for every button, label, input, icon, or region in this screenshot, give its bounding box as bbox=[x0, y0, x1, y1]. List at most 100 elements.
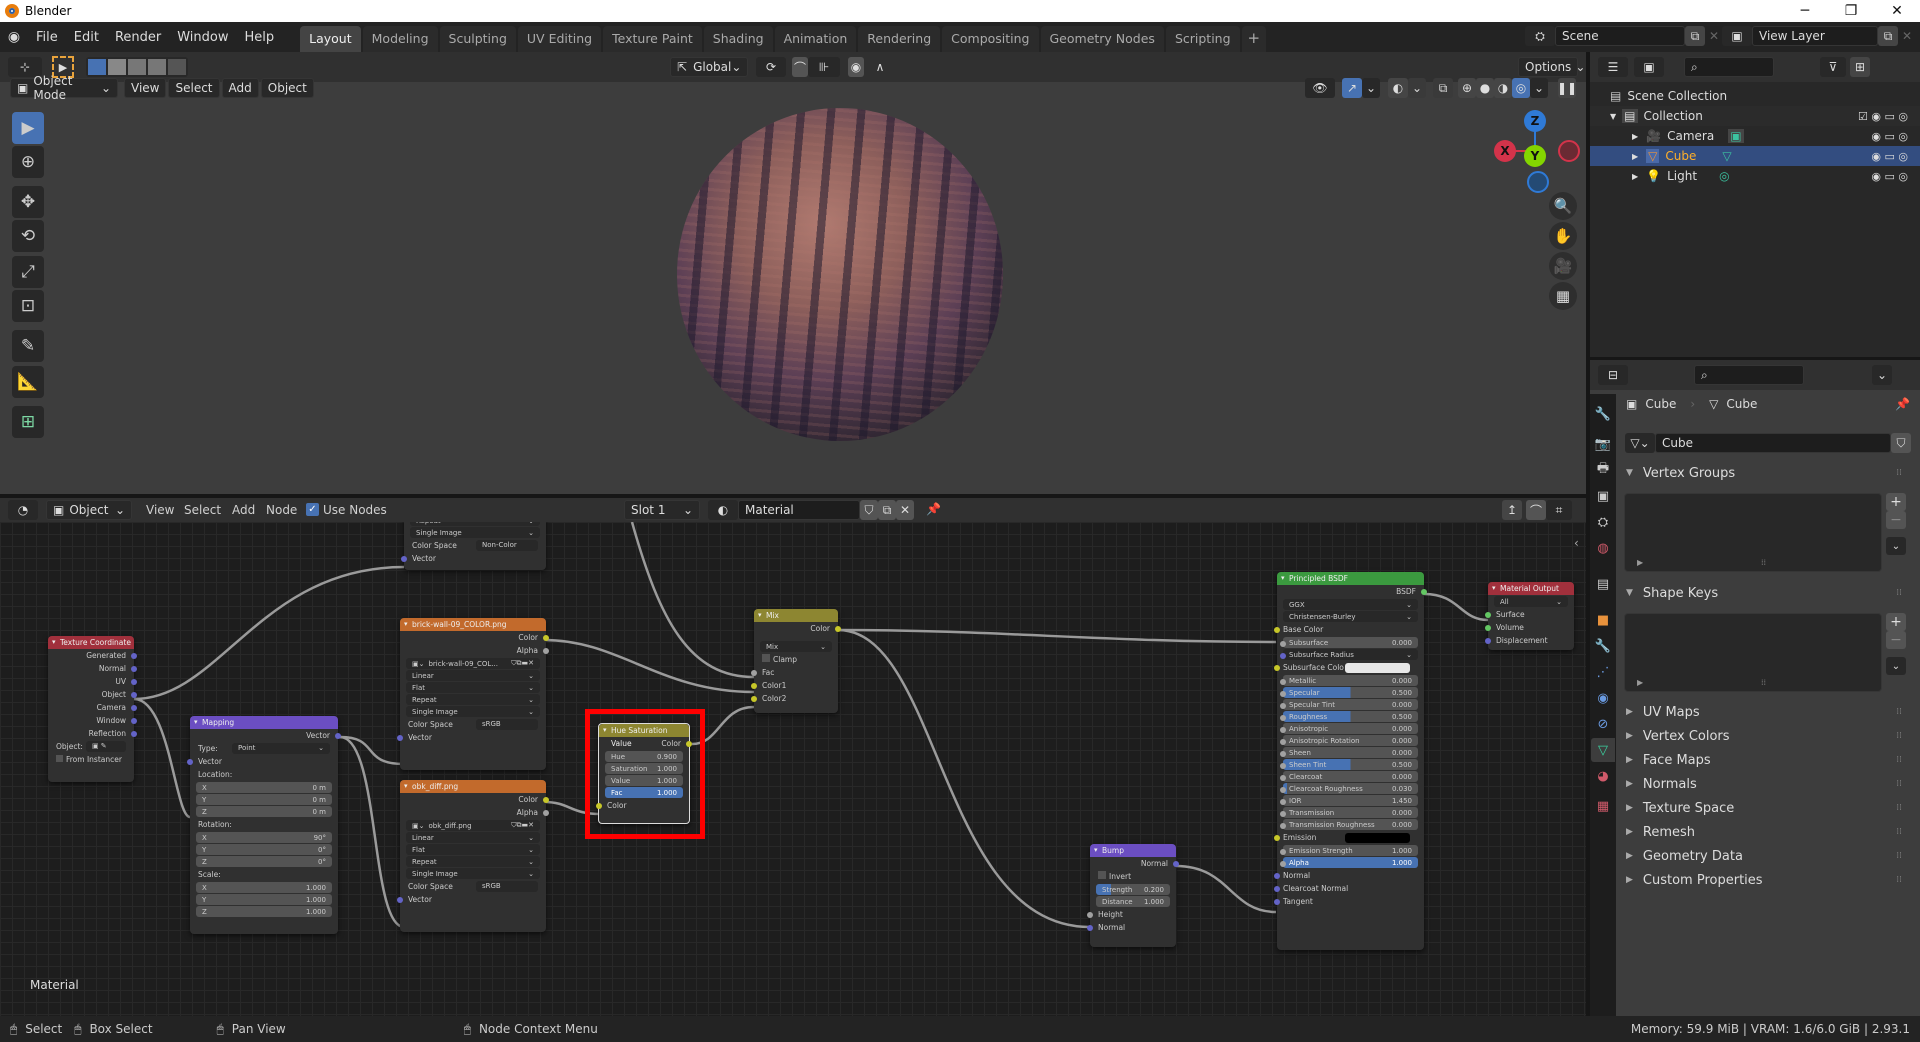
partial-image-texture-node[interactable]: Repeat⌄ Single Image⌄ Color SpaceNon-Col… bbox=[401, 522, 546, 570]
rotate-tool-icon[interactable]: ⟲ bbox=[12, 220, 44, 252]
blend-type-dropdown[interactable]: Mix ⌄ bbox=[760, 641, 832, 652]
pause-render-icon[interactable]: ❚❚ bbox=[1557, 78, 1577, 98]
fake-user-icon[interactable]: ⛉ bbox=[860, 500, 878, 520]
tab-shading[interactable]: Shading bbox=[703, 26, 773, 52]
panel-normals[interactable]: ▶ Normals ⁞⁞ bbox=[1624, 773, 1914, 795]
node-editor-type-icon[interactable]: ◔ bbox=[8, 500, 38, 520]
particles-tab-icon[interactable]: ⋰ bbox=[1591, 660, 1615, 684]
tab-compositing[interactable]: Compositing bbox=[942, 26, 1039, 52]
rotation-x[interactable]: X 90° bbox=[196, 832, 332, 843]
tool-tab-icon[interactable]: 🔧 bbox=[1591, 402, 1615, 426]
extension-dropdown[interactable]: Repeat⌄ bbox=[406, 856, 540, 867]
world-tab-icon[interactable]: ◍ bbox=[1591, 536, 1615, 560]
menu-file[interactable]: File bbox=[28, 30, 66, 45]
scene-selector-icon[interactable]: ⛭ bbox=[1525, 26, 1555, 46]
input-socket[interactable] bbox=[1274, 665, 1280, 671]
input-socket[interactable] bbox=[1274, 835, 1280, 841]
tab-texture-paint[interactable]: Texture Paint bbox=[603, 26, 702, 52]
properties-options-icon[interactable]: ⌄ bbox=[1872, 365, 1892, 385]
texture-coordinate-node[interactable]: Texture Coordinate Generated Normal UV O… bbox=[48, 636, 137, 782]
input-socket[interactable] bbox=[1280, 823, 1286, 829]
select-box-tool-icon[interactable]: ▶ bbox=[12, 112, 44, 144]
vertex-groups-list[interactable]: ▶ ⁞⁞ bbox=[1624, 493, 1882, 572]
add-shape-key-button[interactable]: + bbox=[1886, 613, 1906, 631]
menu-window[interactable]: Window bbox=[169, 30, 236, 45]
options-dropdown[interactable]: Options ⌄ bbox=[1518, 57, 1585, 77]
principled-bsdf-node[interactable]: Principled BSDF BSDF GGX⌄ Christensen-Bu… bbox=[1274, 572, 1427, 950]
visibility-selectability-icon[interactable]: 👁 bbox=[1305, 78, 1335, 98]
sidebar-toggle-icon[interactable]: ‹ bbox=[1574, 536, 1579, 550]
material-output-node[interactable]: Material Output All⌄ Surface Volume Disp… bbox=[1485, 582, 1574, 650]
input-socket[interactable] bbox=[1280, 849, 1286, 855]
shading-solid-icon[interactable]: ● bbox=[1476, 78, 1494, 98]
panel-vertex-colors[interactable]: ▶ Vertex Colors ⁞⁞ bbox=[1624, 725, 1914, 747]
bump-node[interactable]: Bump Normal Invert Strength0.200 Distanc… bbox=[1087, 844, 1179, 947]
node-snap-element-icon[interactable]: ⌗ bbox=[1546, 500, 1572, 520]
node-canvas[interactable]: Repeat⌄ Single Image⌄ Color SpaceNon-Col… bbox=[0, 522, 1586, 1016]
slot-dropdown[interactable]: Slot 1 ⌄ bbox=[624, 500, 700, 520]
tab-sculpting[interactable]: Sculpting bbox=[439, 26, 516, 52]
extension-dropdown[interactable]: Repeat⌄ bbox=[406, 694, 540, 705]
texture-tab-icon[interactable]: ▦ bbox=[1591, 794, 1615, 818]
object-picker[interactable]: ▣ ✎ bbox=[85, 741, 126, 752]
invert-checkbox[interactable]: Invert bbox=[1090, 870, 1176, 883]
input-socket[interactable] bbox=[1280, 775, 1286, 781]
camera-view-icon[interactable]: 🎥 bbox=[1549, 252, 1577, 280]
blender-menu-icon[interactable]: ◉ bbox=[0, 29, 28, 45]
node-title[interactable]: brick-wall-09_COLOR.png bbox=[400, 618, 546, 631]
interpolation-dropdown[interactable]: Linear ⌄ bbox=[406, 832, 540, 843]
use-nodes-checkbox[interactable]: ✓ bbox=[306, 503, 319, 516]
scale-z[interactable]: Z 1.000 bbox=[196, 906, 332, 917]
bsdf-field-sheen[interactable]: Sheen 0.000 bbox=[1280, 747, 1418, 758]
input-socket[interactable] bbox=[1280, 691, 1286, 697]
input-socket[interactable] bbox=[1280, 787, 1286, 793]
remove-view-layer-icon[interactable]: ✕ bbox=[1898, 29, 1916, 43]
bsdf-field-anisotropic[interactable]: Anisotropic 0.000 bbox=[1280, 723, 1418, 734]
tab-uv-editing[interactable]: UV Editing bbox=[517, 26, 602, 52]
shape-key-specials-button[interactable]: ⌄ bbox=[1886, 657, 1906, 675]
xray-toggle-icon[interactable]: ⧉ bbox=[1433, 78, 1453, 98]
interpolation-dropdown[interactable]: Linear ⌄ bbox=[406, 670, 540, 681]
pivot-point-icon[interactable]: ⟳ bbox=[756, 57, 786, 77]
node-title[interactable]: Bump bbox=[1090, 844, 1176, 857]
tab-geometry-nodes[interactable]: Geometry Nodes bbox=[1040, 26, 1164, 52]
shading-dropdown-icon[interactable]: ⌄ bbox=[1530, 78, 1548, 98]
gizmo-dropdown-icon[interactable]: ⌄ bbox=[1362, 78, 1380, 98]
node-menu-add[interactable]: Add bbox=[232, 503, 255, 517]
outliner-item-cube[interactable]: ▶ ▽ Cube ▽ ◉ ▭ ◎ bbox=[1590, 146, 1920, 166]
input-socket[interactable] bbox=[1280, 703, 1286, 709]
gizmo-neg-x-axis[interactable] bbox=[1558, 140, 1580, 162]
remove-vertex-group-button[interactable]: − bbox=[1886, 511, 1906, 529]
panel-custom-properties[interactable]: ▶ Custom Properties ⁞⁞ bbox=[1624, 869, 1914, 891]
constraints-tab-icon[interactable]: ⊘ bbox=[1591, 712, 1615, 736]
bsdf-field-clearcoat-roughness[interactable]: Clearcoat Roughness 0.030 bbox=[1280, 783, 1418, 794]
pan-view-icon[interactable]: ✋ bbox=[1549, 222, 1577, 250]
input-socket[interactable] bbox=[1280, 641, 1286, 647]
shading-material-icon[interactable]: ◑ bbox=[1494, 78, 1512, 98]
node-title[interactable]: Principled BSDF bbox=[1277, 572, 1424, 585]
scene-name-field[interactable]: Scene bbox=[1555, 26, 1685, 46]
value-field[interactable]: Value 1.000 bbox=[605, 775, 683, 786]
outliner-item-camera[interactable]: ▶ 🎥 Camera ▣ ◉ ▭ ◎ bbox=[1590, 126, 1920, 146]
viewport-menu-object[interactable]: Object bbox=[260, 78, 314, 98]
bsdf-field-roughness[interactable]: Roughness 0.500 bbox=[1280, 711, 1418, 722]
new-collection-icon[interactable]: ⊞ bbox=[1850, 57, 1870, 77]
mode-dropdown[interactable]: ▣ Object Mode ⌄ bbox=[10, 74, 118, 102]
scale-tool-icon[interactable]: ⤢ bbox=[12, 256, 44, 288]
select-new-icon[interactable] bbox=[88, 59, 106, 75]
bsdf-field-subsurface-colo[interactable]: Subsurface Colo bbox=[1274, 661, 1424, 674]
annotate-tool-icon[interactable]: ✎ bbox=[12, 330, 44, 362]
location-x[interactable]: X0 m bbox=[196, 782, 332, 793]
projection-dropdown[interactable]: Flat ⌄ bbox=[406, 844, 540, 855]
rotation-y[interactable]: Y 0° bbox=[196, 844, 332, 855]
bsdf-field-specular[interactable]: Specular 0.500 bbox=[1280, 687, 1418, 698]
input-socket[interactable] bbox=[1280, 751, 1286, 757]
snap-toggle-icon[interactable]: ⌒ bbox=[792, 57, 808, 77]
rotation-z[interactable]: Z 0° bbox=[196, 856, 332, 867]
from-instancer-row[interactable]: From Instancer bbox=[48, 753, 134, 766]
modifiers-tab-icon[interactable]: 🔧 bbox=[1591, 634, 1615, 658]
overlays-dropdown-icon[interactable]: ⌄ bbox=[1408, 78, 1426, 98]
physics-tab-icon[interactable]: ◉ bbox=[1591, 686, 1615, 710]
mapping-node[interactable]: Mapping Vector Type:Point⌄ Vector Locati… bbox=[187, 716, 341, 934]
add-cube-tool-icon[interactable]: ⊞ bbox=[12, 406, 44, 438]
